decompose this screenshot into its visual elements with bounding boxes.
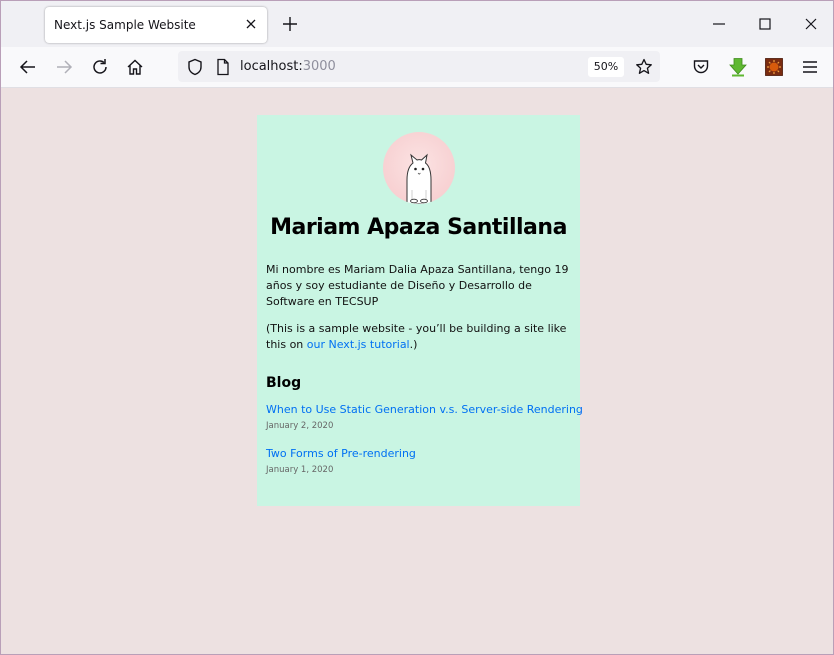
- list-item: When to Use Static Generation v.s. Serve…: [266, 403, 583, 431]
- browser-window: Next.js Sample Website localhost:3000 50…: [0, 0, 834, 655]
- back-arrow-icon[interactable]: [18, 57, 38, 77]
- shield-icon[interactable]: [185, 57, 205, 77]
- browser-tab[interactable]: Next.js Sample Website: [45, 7, 267, 43]
- nav-toolbar: localhost:3000 50%: [1, 47, 833, 88]
- tab-title: Next.js Sample Website: [54, 18, 196, 32]
- download-extension-icon[interactable]: [728, 57, 748, 77]
- post-link[interactable]: Two Forms of Pre-rendering: [266, 447, 571, 460]
- url-text[interactable]: localhost:3000: [240, 59, 336, 74]
- plus-icon[interactable]: [281, 15, 299, 33]
- star-icon[interactable]: [634, 57, 654, 77]
- menu-icon[interactable]: [800, 57, 820, 77]
- url-bar[interactable]: localhost:3000 50%: [178, 51, 660, 82]
- list-item: Two Forms of Pre-rendering January 1, 20…: [266, 447, 571, 475]
- note-end: .): [409, 338, 418, 351]
- sample-note: (This is a sample website - you’ll be bu…: [266, 321, 571, 353]
- reload-icon[interactable]: [90, 57, 110, 77]
- window-close-icon[interactable]: [803, 16, 819, 32]
- title-bar: Next.js Sample Website: [1, 1, 833, 47]
- url-host: localhost:: [240, 59, 303, 74]
- close-icon[interactable]: [243, 16, 259, 32]
- forward-arrow-icon[interactable]: [54, 57, 74, 77]
- profile-card: Mariam Apaza Santillana Mi nombre es Mar…: [257, 115, 583, 506]
- page-viewport: Mariam Apaza Santillana Mi nombre es Mar…: [1, 88, 833, 654]
- page-icon[interactable]: [213, 57, 233, 77]
- post-link[interactable]: When to Use Static Generation v.s. Serve…: [266, 403, 583, 416]
- intro-text: Mi nombre es Mariam Dalia Apaza Santilla…: [266, 263, 569, 308]
- zoom-badge[interactable]: 50%: [588, 57, 624, 77]
- tutorial-link[interactable]: our Next.js tutorial: [307, 338, 410, 351]
- minimize-icon[interactable]: [711, 16, 727, 32]
- url-port: 3000: [302, 59, 336, 74]
- avatar: [383, 132, 455, 204]
- cat-illustration: [406, 153, 432, 204]
- profile-name: Mariam Apaza Santillana: [270, 215, 567, 240]
- extension-icon[interactable]: [764, 57, 784, 77]
- maximize-icon[interactable]: [757, 16, 773, 32]
- home-icon[interactable]: [125, 57, 145, 77]
- blog-heading: Blog: [266, 375, 302, 391]
- post-date: January 2, 2020: [266, 421, 334, 431]
- post-date: January 1, 2020: [266, 465, 334, 475]
- pocket-icon[interactable]: [691, 57, 711, 77]
